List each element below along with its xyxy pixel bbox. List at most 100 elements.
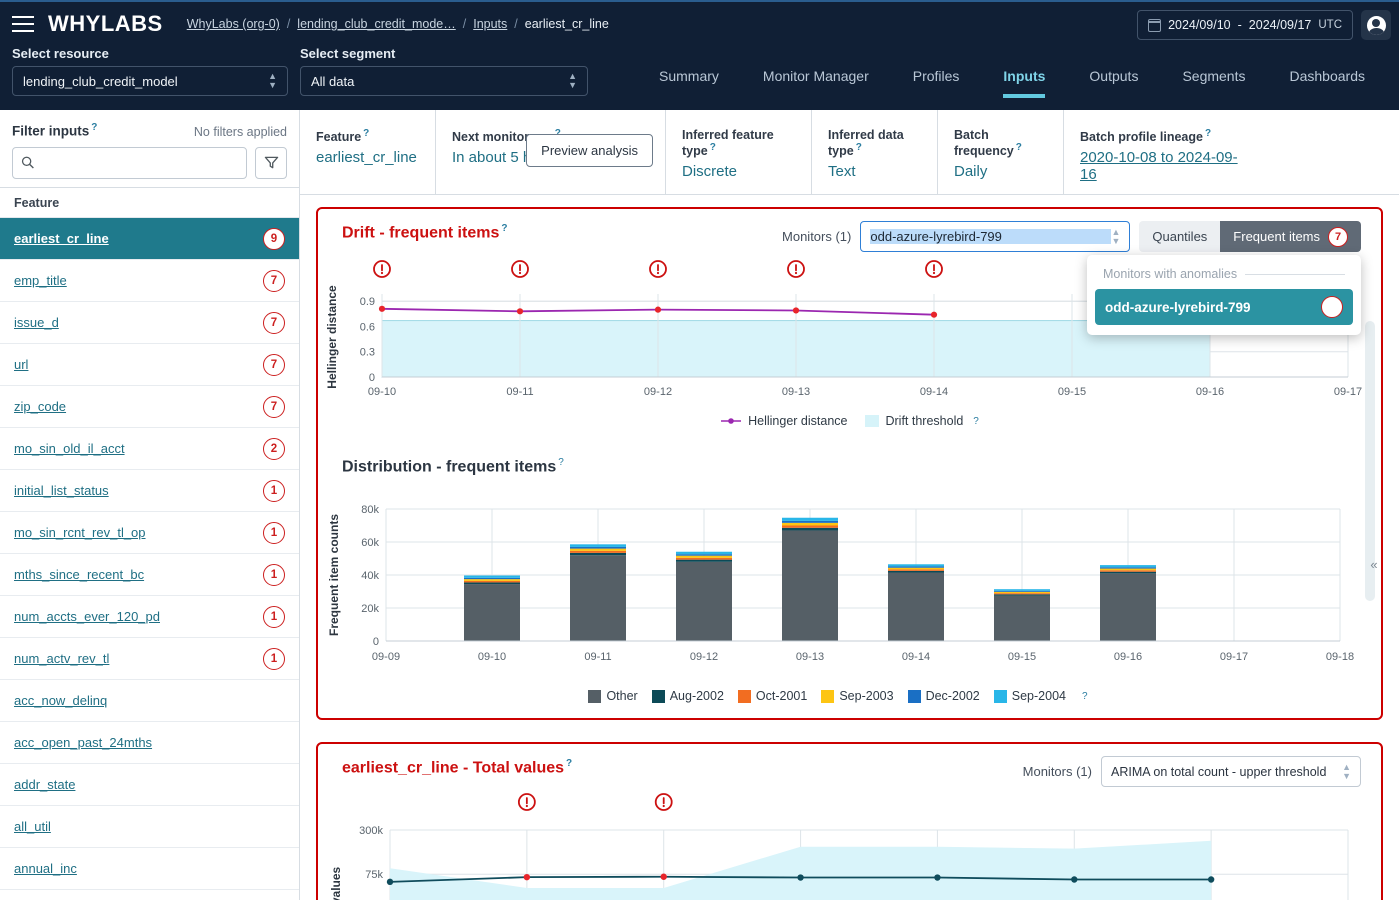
feature-name-link[interactable]: mo_sin_rcnt_rev_tl_op (14, 525, 146, 540)
drift-data-point[interactable] (931, 312, 937, 318)
total-values-data-point[interactable] (524, 874, 530, 880)
distribution-bar-segment[interactable] (570, 551, 626, 553)
help-icon[interactable]: ? (1016, 142, 1022, 153)
anomaly-alert-icon[interactable] (512, 261, 528, 277)
hamburger-menu-icon[interactable] (12, 16, 34, 32)
anomaly-alert-icon[interactable] (374, 261, 390, 277)
distribution-bar-segment[interactable] (464, 581, 520, 582)
distribution-bar-segment[interactable] (464, 575, 520, 577)
feature-name-link[interactable]: num_accts_ever_120_pd (14, 609, 160, 624)
feature-name-link[interactable]: mo_sin_old_il_acct (14, 441, 125, 456)
help-icon[interactable]: ? (501, 223, 507, 234)
anomaly-alert-icon[interactable] (656, 794, 672, 810)
total-values-data-point[interactable] (1208, 876, 1214, 882)
feature-name-link[interactable]: emp_title (14, 273, 67, 288)
resource-select[interactable]: lending_club_credit_model ▲▼ (12, 66, 288, 96)
collapse-panel-button[interactable]: « (1366, 550, 1382, 578)
feature-row-mo_sin_rcnt_rev_tl_op[interactable]: mo_sin_rcnt_rev_tl_op1 (0, 512, 299, 554)
tab-inputs[interactable]: Inputs (981, 62, 1067, 98)
toggle-frequent-items[interactable]: Frequent items 7 (1220, 221, 1361, 252)
search-box[interactable] (12, 147, 247, 179)
distribution-bar-segment[interactable] (464, 582, 520, 584)
legend-item-hellinger-distance[interactable]: Hellinger distance (720, 414, 847, 428)
feature-row-url[interactable]: url7 (0, 344, 299, 386)
distribution-bar-segment[interactable] (888, 573, 944, 641)
feature-row-earliest_cr_line[interactable]: earliest_cr_line9 (0, 218, 299, 260)
total-values-chart[interactable]: Total values300k75k-150k (318, 790, 1381, 900)
drift-data-point[interactable] (517, 308, 523, 314)
help-icon[interactable]: ? (1205, 128, 1211, 139)
feature-row-mths_since_recent_bc[interactable]: mths_since_recent_bc1 (0, 554, 299, 596)
feature-name-link[interactable]: initial_list_status (14, 483, 109, 498)
total-values-data-point[interactable] (1071, 876, 1077, 882)
feature-name-link[interactable]: annual_inc (14, 861, 77, 876)
filter-button[interactable] (255, 147, 287, 179)
distribution-bar-segment[interactable] (1100, 572, 1156, 574)
date-range-picker[interactable]: 2024/09/10 - 2024/09/17 UTC (1137, 10, 1353, 40)
legend-item-sep-2003[interactable]: Sep-2003 (821, 689, 893, 703)
distribution-bar-segment[interactable] (464, 578, 520, 579)
distribution-bar-segment[interactable] (994, 592, 1050, 593)
help-icon[interactable]: ? (973, 416, 979, 427)
feature-row-num_accts_ever_120_pd[interactable]: num_accts_ever_120_pd1 (0, 596, 299, 638)
distribution-bar-segment[interactable] (676, 554, 732, 555)
tab-monitor-manager[interactable]: Monitor Manager (741, 62, 891, 98)
feature-name-link[interactable]: url (14, 357, 28, 372)
help-icon[interactable]: ? (91, 122, 97, 133)
breadcrumb-inputs[interactable]: Inputs (473, 17, 507, 31)
breadcrumb-org[interactable]: WhyLabs (org-0) (187, 17, 280, 31)
drift-data-point[interactable] (793, 307, 799, 313)
feature-row-acc_now_delinq[interactable]: acc_now_delinq (0, 680, 299, 722)
help-icon[interactable]: ? (363, 128, 369, 139)
distribution-bar-segment[interactable] (782, 518, 838, 521)
help-icon[interactable]: ? (856, 142, 862, 153)
distribution-bar-segment[interactable] (1100, 573, 1156, 641)
dropdown-option-odd-azure-lyrebird-799[interactable]: odd-azure-lyrebird-799 7 (1095, 289, 1353, 325)
help-icon[interactable]: ? (710, 142, 716, 153)
search-input[interactable] (41, 155, 238, 170)
distribution-bar-segment[interactable] (676, 560, 732, 562)
total-values-data-point[interactable] (934, 874, 940, 880)
feature-name-link[interactable]: earliest_cr_line (14, 231, 109, 246)
tab-outputs[interactable]: Outputs (1067, 62, 1160, 98)
drift-monitor-select[interactable]: odd-azure-lyrebird-799 ▲▼ (860, 221, 1130, 252)
distribution-bar-segment[interactable] (570, 549, 626, 551)
feature-row-emp_title[interactable]: emp_title7 (0, 260, 299, 302)
whylabs-logo[interactable]: WHYLABS (48, 11, 163, 37)
distribution-bar-segment[interactable] (570, 547, 626, 549)
distribution-bar-segment[interactable] (464, 579, 520, 581)
legend-item-aug-2002[interactable]: Aug-2002 (652, 689, 724, 703)
toggle-quantiles[interactable]: Quantiles (1139, 221, 1220, 252)
distribution-bar-segment[interactable] (676, 558, 732, 560)
distribution-bar-segment[interactable] (676, 556, 732, 558)
feature-row-all_util[interactable]: all_util (0, 806, 299, 848)
legend-item-other[interactable]: Other (588, 689, 637, 703)
distribution-bar-segment[interactable] (888, 566, 944, 567)
drift-data-point[interactable] (655, 307, 661, 313)
legend-item-drift-threshold[interactable]: Drift threshold ? (865, 414, 978, 428)
total-values-monitor-select[interactable]: ARIMA on total count - upper threshold ▲… (1101, 756, 1361, 787)
help-icon[interactable]: ? (558, 457, 564, 468)
distribution-bar-segment[interactable] (1100, 569, 1156, 571)
total-values-data-point[interactable] (797, 874, 803, 880)
anomaly-alert-icon[interactable] (788, 261, 804, 277)
legend-item-dec-2002[interactable]: Dec-2002 (908, 689, 980, 703)
distribution-bar-segment[interactable] (994, 596, 1050, 641)
distribution-bar-segment[interactable] (782, 523, 838, 526)
distribution-bar-segment[interactable] (676, 552, 732, 554)
distribution-bar-segment[interactable] (888, 571, 944, 573)
feature-name-link[interactable]: zip_code (14, 399, 66, 414)
distribution-bar-segment[interactable] (994, 594, 1050, 595)
help-icon[interactable]: ? (1082, 691, 1088, 702)
feature-row-mo_sin_old_il_acct[interactable]: mo_sin_old_il_acct2 (0, 428, 299, 470)
user-avatar-button[interactable] (1361, 10, 1391, 40)
feature-name-link[interactable]: addr_state (14, 777, 75, 792)
feature-row-num_actv_rev_tl[interactable]: num_actv_rev_tl1 (0, 638, 299, 680)
distribution-bar-segment[interactable] (676, 562, 732, 641)
preview-analysis-button[interactable]: Preview analysis (526, 134, 653, 167)
distribution-bar-segment[interactable] (782, 530, 838, 641)
distribution-bar-segment[interactable] (888, 568, 944, 570)
distribution-bar-segment[interactable] (994, 589, 1050, 591)
legend-item-oct-2001[interactable]: Oct-2001 (738, 689, 807, 703)
feature-row-acc_open_past_24mths[interactable]: acc_open_past_24mths (0, 722, 299, 764)
